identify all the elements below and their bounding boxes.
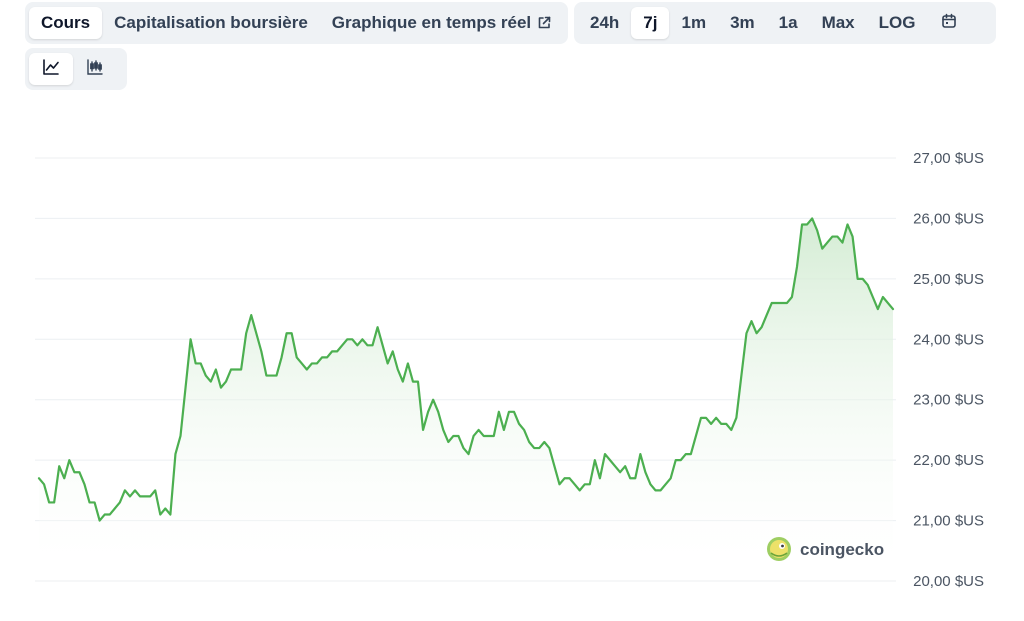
- y-tick-label: 20,00 $US: [913, 573, 984, 590]
- y-tick-label: 27,00 $US: [913, 150, 984, 167]
- y-tick-label: 25,00 $US: [913, 271, 984, 288]
- coingecko-watermark: coingecko: [767, 537, 884, 561]
- y-tick-label: 23,00 $US: [913, 392, 984, 409]
- y-tick-label: 22,00 $US: [913, 452, 984, 469]
- y-tick-label: 21,00 $US: [913, 513, 984, 530]
- y-tick-label: 26,00 $US: [913, 210, 984, 227]
- price-chart[interactable]: 27,00 $US 26,00 $US 25,00 $US 24,00 $US 23,0…: [0, 0, 1024, 621]
- gecko-logo-icon: [767, 537, 791, 561]
- y-axis: 27,00 $US 26,00 $US 25,00 $US 24,00 $US 23,0…: [913, 150, 984, 590]
- y-tick-label: 24,00 $US: [913, 331, 984, 348]
- watermark-text: coingecko: [800, 540, 884, 559]
